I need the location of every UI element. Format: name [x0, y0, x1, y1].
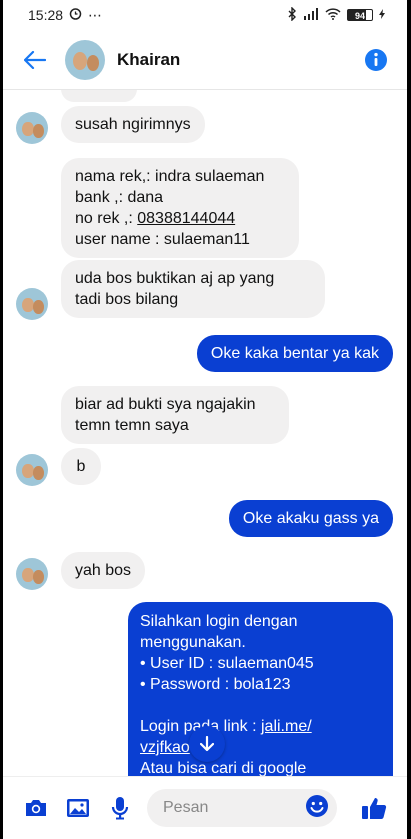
message-outgoing[interactable]: Oke kaka bentar ya kak — [196, 335, 393, 372]
info-button[interactable] — [363, 47, 389, 73]
message-input-wrapper[interactable] — [147, 789, 337, 827]
battery-icon: 94 — [347, 9, 373, 21]
message-line: nama rek,: indra sulaeman — [75, 168, 265, 185]
signal-icon — [303, 7, 319, 23]
message-incoming[interactable]: biar ad bukti sya ngajakin temn temn say… — [61, 386, 289, 444]
status-extras: ⋯ — [88, 6, 103, 23]
sender-avatar[interactable] — [16, 454, 48, 486]
message-incoming[interactable]: uda bos buktikan aj ap yang tadi bos bil… — [61, 260, 325, 318]
smiley-icon — [306, 794, 328, 817]
gallery-button[interactable] — [59, 789, 97, 827]
scroll-to-bottom-button[interactable] — [189, 726, 225, 762]
message-line: • User ID : sulaeman045 — [140, 655, 314, 672]
message-text: Oke akaku gass ya — [242, 510, 379, 527]
contact-name[interactable]: Khairan — [117, 50, 363, 70]
camera-button[interactable] — [17, 789, 55, 827]
battery-level: 94 — [354, 11, 365, 21]
emoji-button[interactable] — [305, 794, 329, 823]
arrow-left-icon — [24, 50, 46, 69]
login-link-continued[interactable]: vzjfkao — [140, 739, 190, 756]
charging-icon — [379, 8, 385, 22]
thumbs-up-icon — [362, 798, 387, 819]
phone-number-link[interactable]: 08388144044 — [137, 210, 235, 227]
conversation-header: Khairan — [3, 30, 407, 90]
phone-screen: 15:28 ⋯ 94 Khairan susah ngirimnys nama … — [3, 0, 407, 839]
arrow-down-icon — [200, 736, 214, 752]
message-line: tadi bos bilang — [75, 291, 179, 308]
login-link[interactable]: jali.me/ — [261, 718, 312, 735]
message-incoming[interactable]: b — [61, 448, 101, 485]
status-time: 15:28 — [28, 7, 64, 23]
sender-avatar[interactable] — [16, 558, 48, 590]
bluetooth-icon — [287, 5, 297, 24]
message-line: biar ad bukti sya ngajakin — [75, 396, 256, 413]
camera-icon — [26, 800, 46, 816]
message-text: Oke kaka bentar ya kak — [210, 345, 379, 362]
message-input[interactable] — [161, 798, 305, 818]
back-button[interactable] — [21, 46, 49, 74]
message-text: b — [76, 458, 86, 475]
message-line: menggunakan. — [140, 634, 246, 651]
message-incoming[interactable]: susah ngirimnys — [61, 106, 205, 143]
info-icon — [365, 48, 387, 71]
sender-avatar[interactable] — [16, 112, 48, 144]
status-bar: 15:28 ⋯ 94 — [3, 0, 407, 30]
microphone-icon — [111, 797, 129, 820]
sender-avatar[interactable] — [16, 288, 48, 320]
message-text: yah bos — [75, 562, 132, 579]
message-text: susah ngirimnys — [75, 116, 191, 133]
like-button[interactable] — [355, 789, 393, 827]
image-icon — [67, 799, 89, 817]
message-composer — [3, 776, 407, 839]
message-outgoing[interactable]: Silahkan login dengan menggunakan. • Use… — [128, 602, 393, 802]
message-line: uda bos buktikan aj ap yang — [75, 270, 275, 287]
message-incoming[interactable]: yah bos — [61, 552, 146, 589]
message-line: bank ,: dana — [75, 189, 164, 206]
voice-button[interactable] — [101, 789, 139, 827]
alarm-icon — [69, 7, 82, 23]
message-list[interactable]: susah ngirimnys nama rek,: indra sulaema… — [3, 76, 407, 802]
message-line: Silahkan login dengan — [140, 613, 298, 630]
message-line: • Password : bola123 — [140, 676, 291, 693]
message-line: user name : sulaeman11 — [75, 231, 250, 248]
contact-avatar[interactable] — [65, 39, 105, 80]
message-incoming[interactable]: nama rek,: indra sulaeman bank ,: dana n… — [61, 158, 299, 258]
message-outgoing[interactable]: Oke akaku gass ya — [228, 500, 393, 537]
message-line: no rek ,: — [75, 210, 138, 227]
wifi-icon — [325, 7, 341, 23]
message-line: temn temn saya — [75, 417, 189, 434]
